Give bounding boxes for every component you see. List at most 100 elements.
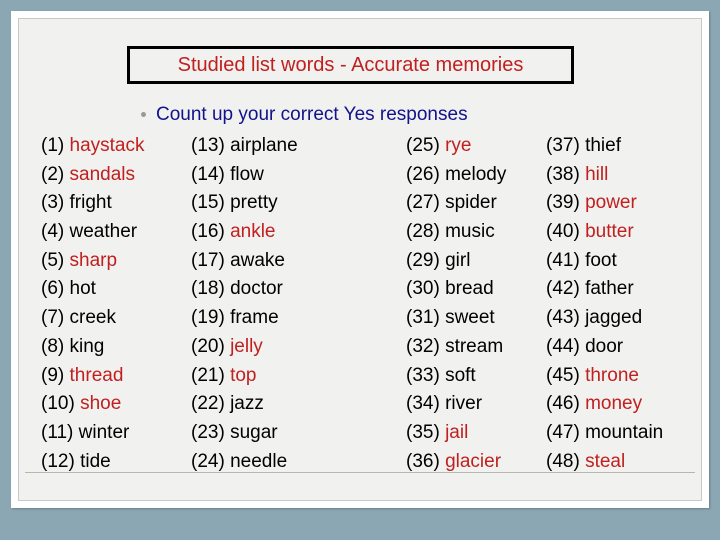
word-item-number: (25) — [406, 135, 440, 156]
word-list-item: (19) frame — [191, 304, 298, 333]
word-item-number: (13) — [191, 135, 225, 156]
word-list-item: (3) fright — [41, 189, 145, 218]
word-list-item: (30) bread — [406, 275, 506, 304]
word-list-item: (28) music — [406, 218, 506, 247]
word-item-text: king — [69, 335, 105, 357]
word-list-item: (11) winter — [41, 419, 145, 448]
word-item-number: (42) — [546, 278, 580, 300]
word-list-item: (33) soft — [406, 362, 506, 391]
word-item-number: (11) — [41, 421, 74, 443]
word-item-number: (31) — [406, 307, 440, 329]
word-item-text: power — [585, 192, 637, 214]
word-list-item: (1) haystack — [41, 132, 145, 161]
word-list-item: (8) king — [41, 333, 145, 362]
word-item-text: mountain — [585, 421, 664, 443]
word-item-number: (45) — [546, 364, 580, 386]
word-item-text: shoe — [80, 393, 122, 415]
word-list-item: (21) top — [191, 362, 298, 391]
word-list-item: (38) hill — [546, 161, 663, 190]
word-list-item: (13) airplane — [191, 132, 298, 161]
word-item-text: music — [445, 221, 495, 243]
page-title: Studied list words - Accurate memories — [177, 54, 524, 76]
word-item-text: foot — [585, 249, 617, 271]
word-list-item: (22) jazz — [191, 390, 298, 419]
word-list-item: (2) sandals — [41, 161, 145, 190]
word-item-text: doctor — [230, 278, 283, 300]
word-item-number: (17) — [191, 249, 225, 271]
word-item-number: (40) — [546, 221, 580, 243]
word-item-text: throne — [585, 364, 639, 386]
word-list-item: (46) money — [546, 390, 663, 419]
word-item-text: winter — [78, 421, 130, 443]
word-list-item: (31) sweet — [406, 304, 506, 333]
bullet-dot-icon — [141, 112, 146, 117]
word-list-item: (43) jagged — [546, 304, 663, 333]
word-item-text: thread — [69, 364, 124, 386]
word-list-item: (14) flow — [191, 161, 298, 190]
word-item-number: (27) — [406, 192, 440, 214]
word-item-text: spider — [445, 192, 497, 214]
word-item-text: river — [445, 393, 483, 415]
word-item-number: (19) — [191, 307, 225, 329]
word-list-item: (9) thread — [41, 362, 145, 391]
word-item-number: (15) — [191, 192, 225, 214]
word-item-number: (26) — [406, 163, 440, 185]
slide-frame: Studied list words - Accurate memories C… — [11, 11, 709, 508]
word-list-item: (47) mountain — [546, 419, 663, 448]
word-item-text: needle — [230, 450, 288, 472]
word-list-item: (41) foot — [546, 247, 663, 276]
word-item-text: awake — [230, 249, 285, 271]
word-list-item: (10) shoe — [41, 390, 145, 419]
word-item-text: hot — [69, 278, 96, 300]
word-item-number: (32) — [406, 335, 440, 357]
word-item-text: soft — [445, 364, 476, 386]
word-item-number: (33) — [406, 364, 440, 386]
word-item-number: (34) — [406, 393, 440, 415]
word-item-text: jagged — [585, 307, 643, 329]
word-item-text: sharp — [69, 249, 118, 271]
word-item-number: (2) — [41, 163, 65, 185]
word-item-text: jazz — [230, 393, 264, 415]
word-item-text: airplane — [230, 135, 298, 156]
word-list-item: (7) creek — [41, 304, 145, 333]
word-item-number: (37) — [546, 135, 580, 156]
word-item-number: (21) — [191, 364, 225, 386]
word-item-text: rye — [445, 135, 472, 156]
word-item-number: (3) — [41, 192, 65, 214]
word-item-text: ankle — [230, 221, 276, 243]
word-item-text: bread — [445, 278, 494, 300]
word-item-text: stream — [445, 335, 504, 357]
word-list-item: (20) jelly — [191, 333, 298, 362]
word-list-item: (26) melody — [406, 161, 506, 190]
word-item-text: weather — [69, 221, 138, 243]
word-item-number: (1) — [41, 135, 65, 156]
word-item-number: (12) — [41, 450, 75, 472]
word-list-item: (40) butter — [546, 218, 663, 247]
word-list-item: (32) stream — [406, 333, 506, 362]
word-list-item: (4) weather — [41, 218, 145, 247]
word-list-item: (37) thief — [546, 132, 663, 161]
word-item-text: pretty — [230, 192, 278, 214]
word-item-text: thief — [585, 135, 621, 156]
word-item-number: (29) — [406, 249, 440, 271]
footer-divider — [25, 472, 695, 473]
word-list-item: (27) spider — [406, 189, 506, 218]
word-list-item: (25) rye — [406, 132, 506, 161]
word-item-text: jelly — [230, 335, 263, 357]
word-list-item: (44) door — [546, 333, 663, 362]
word-list-item: (23) sugar — [191, 419, 298, 448]
word-column-4: (37) thief (38) hill (39) power (40) butter… — [546, 132, 663, 476]
word-item-number: (48) — [546, 450, 580, 472]
word-item-text: money — [585, 393, 643, 415]
word-item-text: frame — [230, 307, 279, 329]
word-item-text: melody — [445, 163, 507, 185]
slide-canvas: Studied list words - Accurate memories C… — [18, 18, 702, 501]
word-item-number: (10) — [41, 393, 75, 415]
word-item-number: (6) — [41, 278, 65, 300]
word-item-text: hill — [585, 163, 609, 185]
word-item-text: father — [585, 278, 634, 300]
word-item-number: (43) — [546, 307, 580, 329]
word-item-text: jail — [445, 421, 469, 443]
word-item-text: fright — [69, 192, 112, 214]
word-item-number: (14) — [191, 163, 225, 185]
